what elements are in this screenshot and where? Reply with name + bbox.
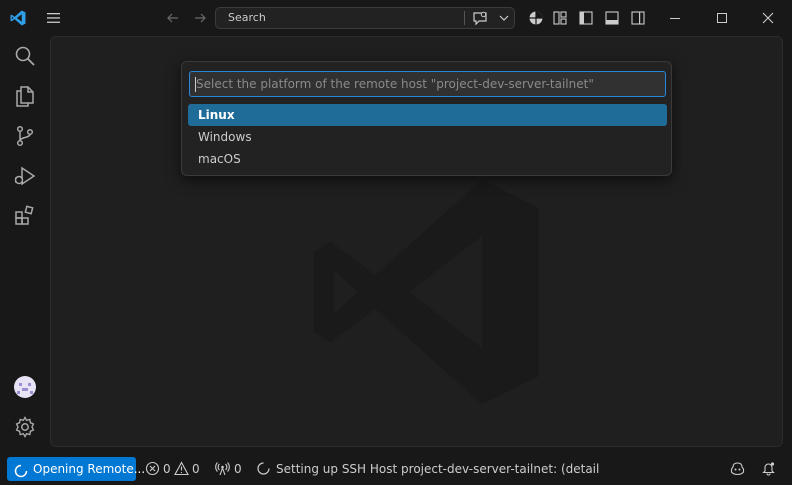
remote-label: Opening Remote...	[33, 462, 146, 476]
run-and-debug-icon[interactable]	[13, 164, 37, 188]
toggle-panel-icon[interactable]	[604, 10, 620, 26]
option-label: Linux	[198, 108, 235, 122]
warning-icon[interactable]	[174, 461, 189, 476]
hamburger-menu-icon[interactable]	[45, 10, 63, 26]
text-cursor	[195, 77, 196, 92]
vscode-window: Search Select the platform of the remote…	[0, 0, 792, 485]
copilot-icon[interactable]	[730, 461, 745, 476]
platform-option-linux[interactable]: Linux	[188, 104, 667, 126]
copilot-chat-icon[interactable]	[472, 11, 488, 26]
activity-bar	[0, 36, 50, 449]
error-icon[interactable]	[145, 461, 160, 476]
arrow-right-icon[interactable]	[192, 10, 208, 26]
arrow-left-icon[interactable]	[165, 10, 181, 26]
vscode-watermark-icon	[313, 179, 539, 405]
extensions-icon[interactable]	[13, 204, 37, 228]
platform-option-macos[interactable]: macOS	[188, 148, 667, 170]
ports-count[interactable]: 0	[234, 462, 242, 476]
customize-layout-icon[interactable]	[552, 10, 568, 26]
toggle-secondary-sidebar-icon[interactable]	[630, 10, 646, 26]
minimize-icon[interactable]	[660, 8, 690, 28]
vscode-logo-icon	[10, 10, 26, 26]
option-label: macOS	[198, 152, 241, 166]
gear-icon[interactable]	[13, 415, 37, 439]
quick-pick-input[interactable]	[189, 71, 666, 97]
status-bar: Opening Remote... 0 0 0 Setting up SSH H…	[0, 455, 792, 485]
chevron-down-icon[interactable]	[498, 13, 510, 23]
progress-message[interactable]: Setting up SSH Host project-dev-server-t…	[276, 462, 599, 476]
toggle-primary-sidebar-icon[interactable]	[578, 10, 594, 26]
command-center-search[interactable]: Search	[215, 7, 515, 29]
close-icon[interactable]	[753, 8, 783, 28]
explorer-files-icon[interactable]	[13, 84, 37, 108]
progress-spinner-icon	[257, 462, 270, 475]
search-label: Search	[228, 11, 266, 24]
account-avatar-icon[interactable]	[13, 375, 37, 399]
quick-pick-dialog: Linux Windows macOS	[181, 61, 672, 176]
search-icon[interactable]	[13, 44, 37, 68]
title-bar: Search	[0, 0, 792, 36]
ports-broadcast-icon[interactable]	[215, 461, 230, 476]
error-count[interactable]: 0	[163, 462, 171, 476]
option-label: Windows	[198, 130, 252, 144]
maximize-icon[interactable]	[707, 8, 737, 28]
platform-option-windows[interactable]: Windows	[188, 126, 667, 148]
source-control-icon[interactable]	[13, 124, 37, 148]
search-divider	[464, 11, 465, 25]
notifications-bell-icon[interactable]	[761, 461, 776, 476]
loading-spinner-icon	[14, 464, 28, 478]
warning-count[interactable]: 0	[192, 462, 200, 476]
accounts-circle-icon[interactable]	[528, 10, 544, 26]
